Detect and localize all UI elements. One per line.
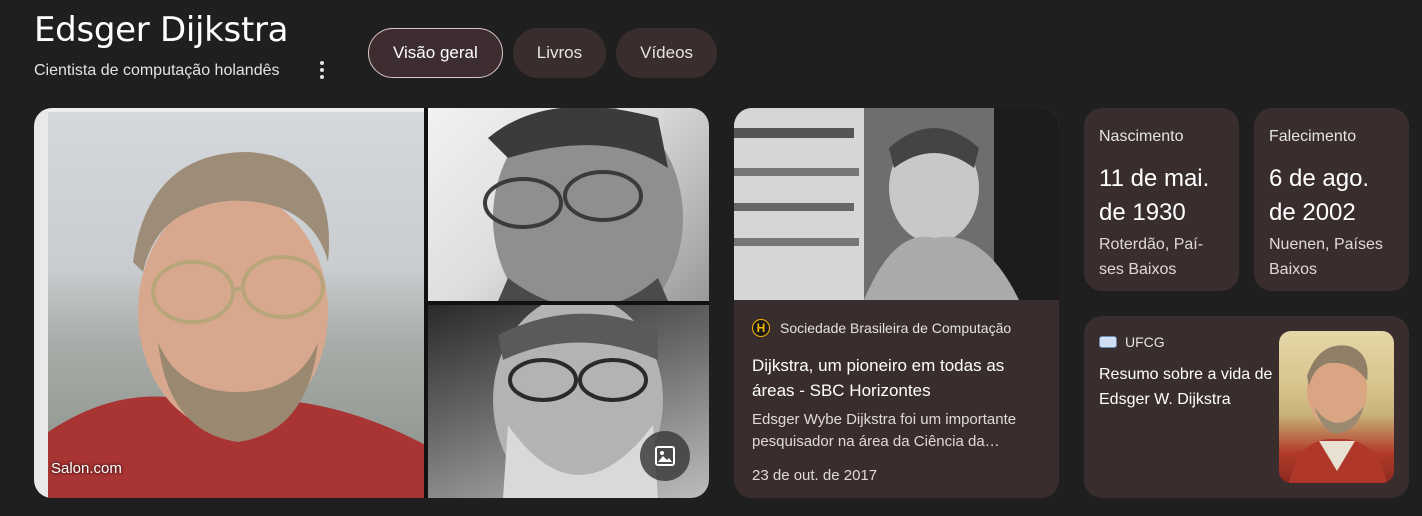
related-source: UFCG [1099, 334, 1165, 350]
death-place-line1: Nuenen, Países [1269, 236, 1383, 253]
image-source-caption: Salon.com [51, 460, 122, 477]
image-icon [655, 446, 675, 466]
tab-bar: Visão geral Livros Vídeos [368, 28, 718, 78]
article-source-name: Sociedade Brasileira de Computação [780, 320, 1012, 336]
birth-date-line1: 11 de mai. [1099, 165, 1210, 192]
related-title[interactable]: Resumo sobre a vida de Edsger W. Dijkstr… [1099, 362, 1279, 412]
more-images-button[interactable] [640, 431, 690, 481]
death-date-line1: 6 de ago. [1269, 165, 1370, 192]
page-subtitle: Cientista de computação holandês [34, 62, 280, 79]
death-label: Falecimento [1269, 128, 1357, 145]
related-image [1279, 331, 1394, 483]
page-title: Edsger Dijkstra [34, 10, 289, 50]
sbc-favicon-icon: H [752, 319, 770, 337]
birth-date-line2: de 1930 [1099, 199, 1186, 226]
related-source-name: UFCG [1125, 334, 1165, 350]
more-options-icon[interactable] [312, 58, 332, 82]
main-portrait-image[interactable] [34, 108, 424, 498]
image-gallery: Salon.com [34, 108, 709, 498]
birth-fact-card[interactable]: Nascimento 11 de mai. de 1930 Roterdão, … [1084, 108, 1239, 291]
related-article-card[interactable]: UFCG Resumo sobre a vida de Edsger W. Di… [1084, 316, 1409, 498]
tab-overview[interactable]: Visão geral [368, 28, 503, 78]
birth-place-line1: Roterdão, Paí- [1099, 236, 1204, 253]
article-snippet: Edsger Wybe Dijkstra foi um importante p… [752, 411, 1017, 450]
death-fact-card[interactable]: Falecimento 6 de ago. de 2002 Nuenen, Pa… [1254, 108, 1409, 291]
death-date-line2: de 2002 [1269, 199, 1356, 226]
birth-place-line2: ses Baixos [1099, 261, 1177, 278]
article-card[interactable]: H Sociedade Brasileira de Computação Dij… [734, 108, 1059, 498]
portrait-image-bw-1[interactable] [428, 108, 709, 301]
birth-label: Nascimento [1099, 128, 1184, 145]
article-date: 23 de out. de 2017 [752, 467, 878, 484]
article-source: H Sociedade Brasileira de Computação [752, 319, 1041, 337]
death-place-line2: Baixos [1269, 261, 1318, 278]
article-title[interactable]: Dijkstra, um pioneiro em todas as áreas … [752, 353, 1041, 403]
ufcg-favicon-icon [1099, 336, 1117, 348]
tab-videos[interactable]: Vídeos [616, 28, 718, 78]
tab-books[interactable]: Livros [512, 28, 607, 78]
article-image [734, 108, 1059, 300]
